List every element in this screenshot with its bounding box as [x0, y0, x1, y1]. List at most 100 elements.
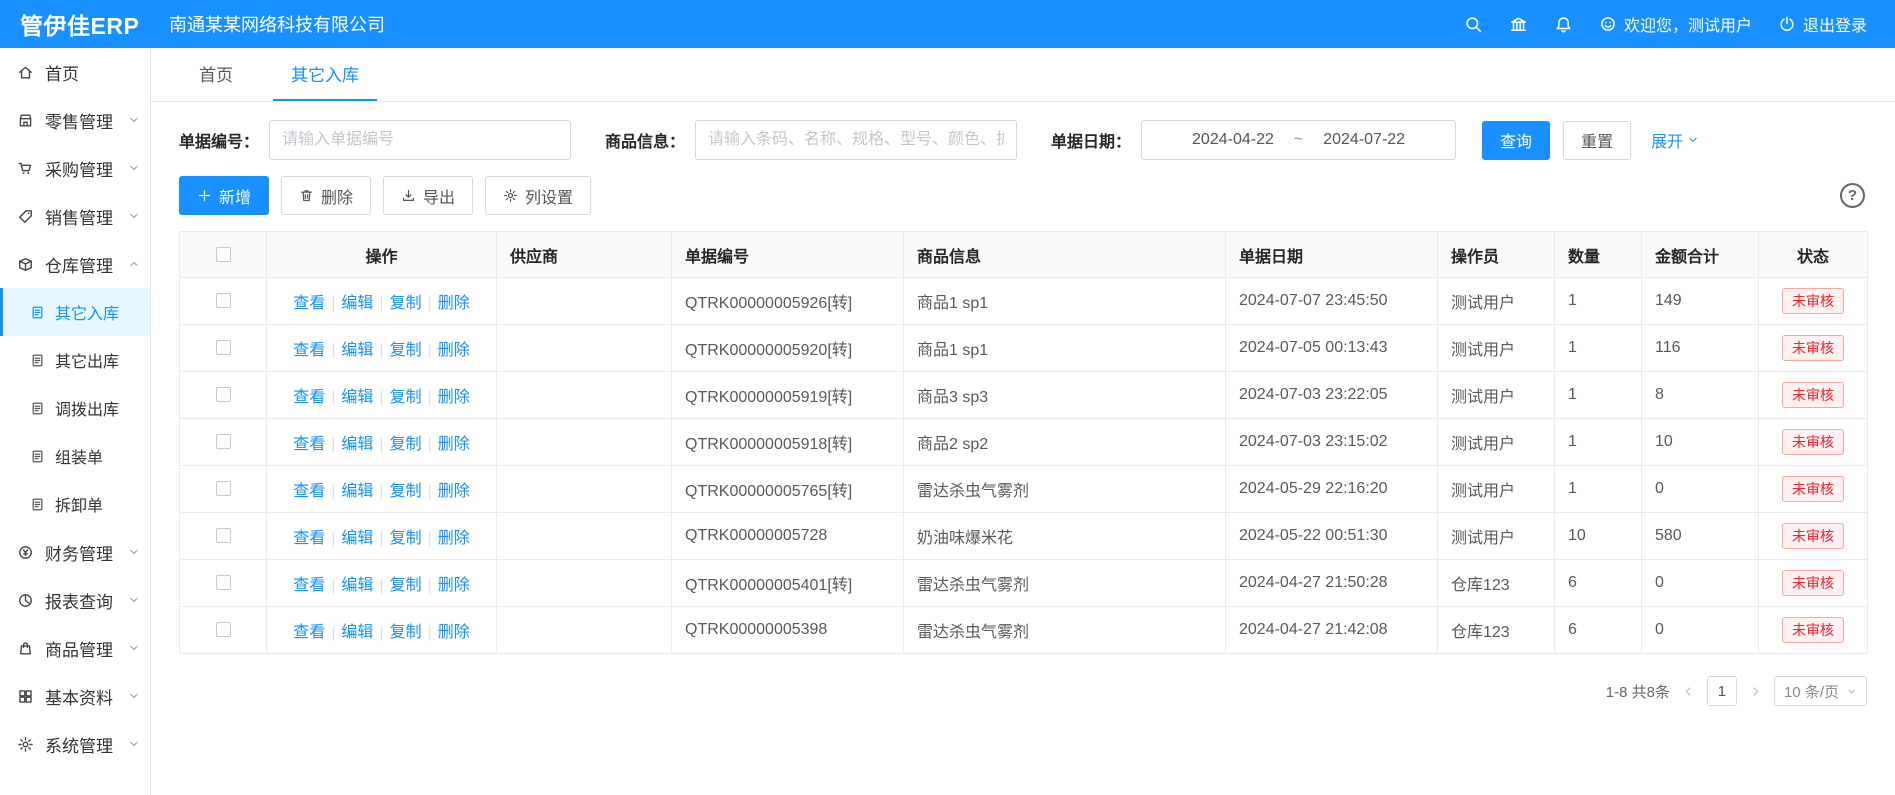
row-action-view[interactable]: 查看 [293, 530, 325, 547]
row-action-view[interactable]: 查看 [293, 577, 325, 594]
row-checkbox[interactable] [216, 293, 231, 308]
bell-icon[interactable] [1554, 15, 1573, 34]
row-action-copy[interactable]: 复制 [390, 624, 422, 641]
row-action-delete[interactable]: 删除 [438, 483, 470, 500]
qty-cell: 1 [1555, 466, 1642, 513]
sidebar-subitem-transfer-outbound[interactable]: 调拨出库 [0, 384, 150, 432]
add-button[interactable]: 新增 [179, 176, 269, 215]
row-action-delete[interactable]: 删除 [438, 436, 470, 453]
prev-page-button[interactable] [1682, 685, 1695, 698]
sidebar-item-report[interactable]: 报表查询 [0, 576, 150, 624]
sidebar-item-system[interactable]: 系统管理 [0, 720, 150, 768]
expand-toggle[interactable]: 展开 [1651, 128, 1699, 152]
product-cell: 雷达杀虫气雾剂 [904, 607, 1226, 654]
action-separator: | [428, 295, 432, 312]
sidebar-item-base[interactable]: 基本资料 [0, 672, 150, 720]
sidebar-item-finance[interactable]: 财务管理 [0, 528, 150, 576]
chevron-down-icon [128, 546, 140, 558]
row-action-delete[interactable]: 删除 [438, 577, 470, 594]
row-action-view[interactable]: 查看 [293, 436, 325, 453]
sidebar-subitem-assembly-order[interactable]: 组装单 [0, 432, 150, 480]
tab-home[interactable]: 首页 [181, 48, 251, 101]
checkbox-cell [180, 325, 267, 372]
tab-other-inbound[interactable]: 其它入库 [273, 48, 377, 101]
sidebar-item-label: 仓库管理 [45, 252, 113, 277]
sidebar-subitem-other-outbound[interactable]: 其它出库 [0, 336, 150, 384]
search-button[interactable]: 查询 [1482, 121, 1550, 160]
row-checkbox[interactable] [216, 528, 231, 543]
row-action-view[interactable]: 查看 [293, 389, 325, 406]
date-cell: 2024-07-03 23:15:02 [1226, 419, 1438, 466]
actions-cell: 查看|编辑|复制|删除 [267, 372, 497, 419]
date-range-picker[interactable]: 2024-04-22 ~ 2024-07-22 [1141, 120, 1456, 160]
row-action-view[interactable]: 查看 [293, 624, 325, 641]
row-action-edit[interactable]: 编辑 [341, 436, 373, 453]
help-icon[interactable]: ? [1840, 183, 1865, 208]
sidebar-item-goods[interactable]: 商品管理 [0, 624, 150, 672]
bank-icon[interactable] [1509, 15, 1528, 34]
sidebar-item-retail[interactable]: 零售管理 [0, 96, 150, 144]
page-size-select[interactable]: 10 条/页 [1774, 676, 1867, 706]
logout-button[interactable]: 退出登录 [1778, 12, 1867, 36]
row-action-copy[interactable]: 复制 [390, 295, 422, 312]
row-action-delete[interactable]: 删除 [438, 624, 470, 641]
actions-cell: 查看|编辑|复制|删除 [267, 278, 497, 325]
chevron-left-icon [1682, 685, 1695, 698]
chevron-down-icon [128, 594, 140, 606]
row-action-delete[interactable]: 删除 [438, 342, 470, 359]
select-all-checkbox[interactable] [216, 247, 231, 262]
row-action-delete[interactable]: 删除 [438, 389, 470, 406]
actions-cell: 查看|编辑|复制|删除 [267, 513, 497, 560]
export-button[interactable]: 导出 [383, 176, 473, 215]
sidebar-subitem-disassembly-order[interactable]: 拆卸单 [0, 480, 150, 528]
next-page-button[interactable] [1749, 685, 1762, 698]
row-action-edit[interactable]: 编辑 [341, 624, 373, 641]
plus-icon [197, 188, 212, 203]
delete-button[interactable]: 删除 [281, 176, 371, 215]
row-action-view[interactable]: 查看 [293, 295, 325, 312]
date-start-value[interactable]: 2024-04-22 [1192, 131, 1274, 149]
row-action-copy[interactable]: 复制 [390, 389, 422, 406]
row-checkbox[interactable] [216, 340, 231, 355]
sidebar-subitem-other-inbound[interactable]: 其它入库 [0, 288, 150, 336]
user-welcome[interactable]: 欢迎您，测试用户 [1599, 12, 1752, 36]
bill-no-input[interactable] [269, 120, 571, 160]
sidebar-item-home[interactable]: 首页 [0, 48, 150, 96]
row-action-edit[interactable]: 编辑 [341, 295, 373, 312]
date-cell: 2024-07-03 23:22:05 [1226, 372, 1438, 419]
sidebar-item-warehouse[interactable]: 仓库管理 [0, 240, 150, 288]
row-action-copy[interactable]: 复制 [390, 483, 422, 500]
row-action-edit[interactable]: 编辑 [341, 342, 373, 359]
row-checkbox[interactable] [216, 622, 231, 637]
search-icon[interactable] [1464, 15, 1483, 34]
row-checkbox[interactable] [216, 575, 231, 590]
row-action-copy[interactable]: 复制 [390, 530, 422, 547]
row-action-copy[interactable]: 复制 [390, 436, 422, 453]
row-action-edit[interactable]: 编辑 [341, 483, 373, 500]
date-end-value[interactable]: 2024-07-22 [1323, 131, 1405, 149]
row-action-copy[interactable]: 复制 [390, 577, 422, 594]
sidebar-item-purchase[interactable]: 采购管理 [0, 144, 150, 192]
row-action-copy[interactable]: 复制 [390, 342, 422, 359]
row-action-edit[interactable]: 编辑 [341, 389, 373, 406]
supplier-cell [497, 278, 672, 325]
row-action-delete[interactable]: 删除 [438, 295, 470, 312]
column-settings-button[interactable]: 列设置 [485, 176, 591, 215]
row-checkbox[interactable] [216, 434, 231, 449]
row-checkbox[interactable] [216, 481, 231, 496]
row-action-view[interactable]: 查看 [293, 483, 325, 500]
row-action-edit[interactable]: 编辑 [341, 577, 373, 594]
goods-icon [17, 640, 34, 657]
row-action-edit[interactable]: 编辑 [341, 530, 373, 547]
column-header: 操作 [267, 232, 497, 278]
row-action-view[interactable]: 查看 [293, 342, 325, 359]
row-checkbox[interactable] [216, 387, 231, 402]
row-action-delete[interactable]: 删除 [438, 530, 470, 547]
base-icon [17, 688, 34, 705]
app-logo[interactable]: 管伊佳ERP [0, 7, 151, 41]
reset-button[interactable]: 重置 [1563, 121, 1631, 160]
product-info-input[interactable] [695, 120, 1017, 160]
page-number[interactable]: 1 [1707, 676, 1737, 706]
bill-no-cell: QTRK00000005728 [672, 513, 904, 560]
sidebar-item-sales[interactable]: 销售管理 [0, 192, 150, 240]
